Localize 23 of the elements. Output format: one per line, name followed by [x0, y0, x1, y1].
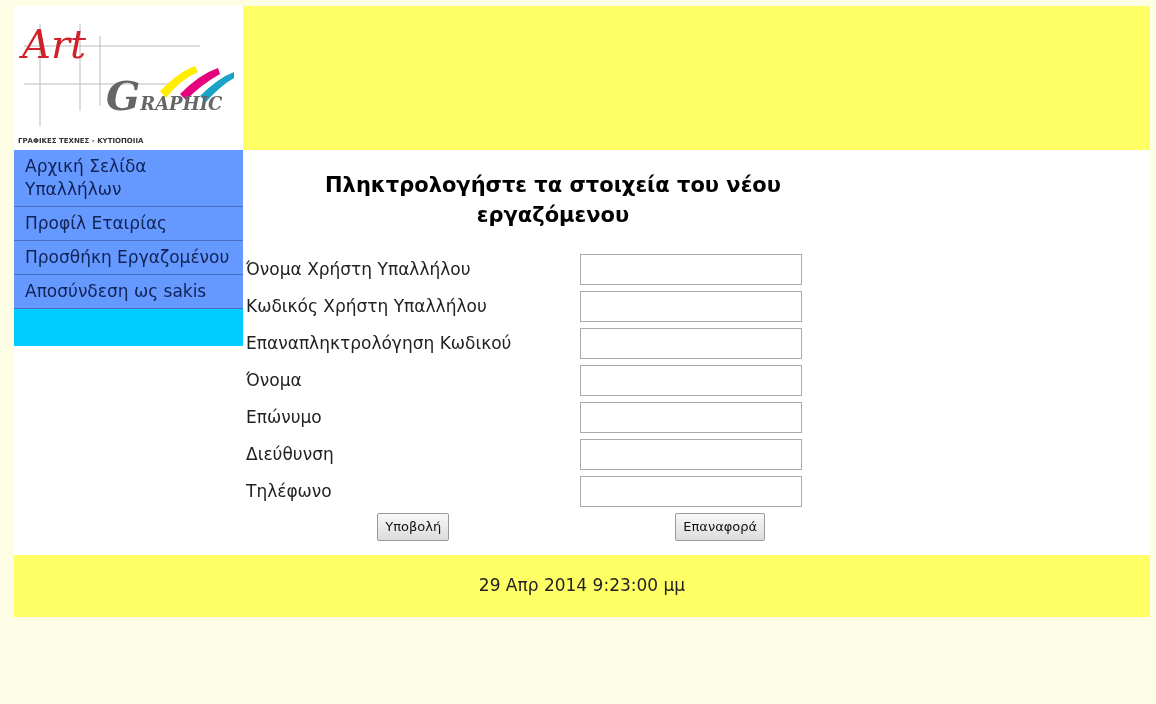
field-label: Επαναπληκτρολόγηση Κωδικού	[246, 332, 512, 353]
sidebar-link[interactable]: Προσθήκη Εργαζομένου	[14, 241, 243, 275]
field-label: Διεύθυνση	[246, 443, 334, 464]
form-heading: Πληκτρολογήστε τα στοιχεία του νέου εργαζόμενου	[324, 172, 782, 229]
input-field[interactable]	[580, 476, 803, 507]
input-field[interactable]	[580, 254, 803, 285]
field-label: Επώνυμο	[246, 406, 322, 427]
input-field[interactable]	[580, 328, 803, 359]
sidebar-link[interactable]: Αρχική Σελίδα Υπαλλήλων	[14, 150, 243, 207]
field-label: Τηλέφωνο	[246, 480, 332, 501]
input-field[interactable]	[580, 402, 803, 433]
sidebar-link[interactable]: Προφίλ Εταιρίας	[14, 207, 243, 241]
field-label: Κωδικός Χρήστη Υπαλλήλου	[246, 295, 487, 316]
input-field[interactable]	[580, 439, 803, 470]
input-field[interactable]	[580, 291, 803, 322]
field-label: Όνομα	[246, 369, 302, 390]
sidebar-link[interactable]: Αποσύνδεση ως sakis	[14, 275, 243, 309]
input-field[interactable]	[580, 365, 803, 396]
form-button[interactable]: Υποβολή	[377, 513, 450, 541]
field-label: Όνομα Χρήστη Υπαλλήλου	[246, 258, 471, 279]
form-button[interactable]: Επαναφορά	[675, 513, 766, 541]
date-time: 29 Απρ 2014 9:23:00 μμ	[478, 573, 686, 597]
logo-wordmark: GRAPHIC	[106, 71, 223, 121]
